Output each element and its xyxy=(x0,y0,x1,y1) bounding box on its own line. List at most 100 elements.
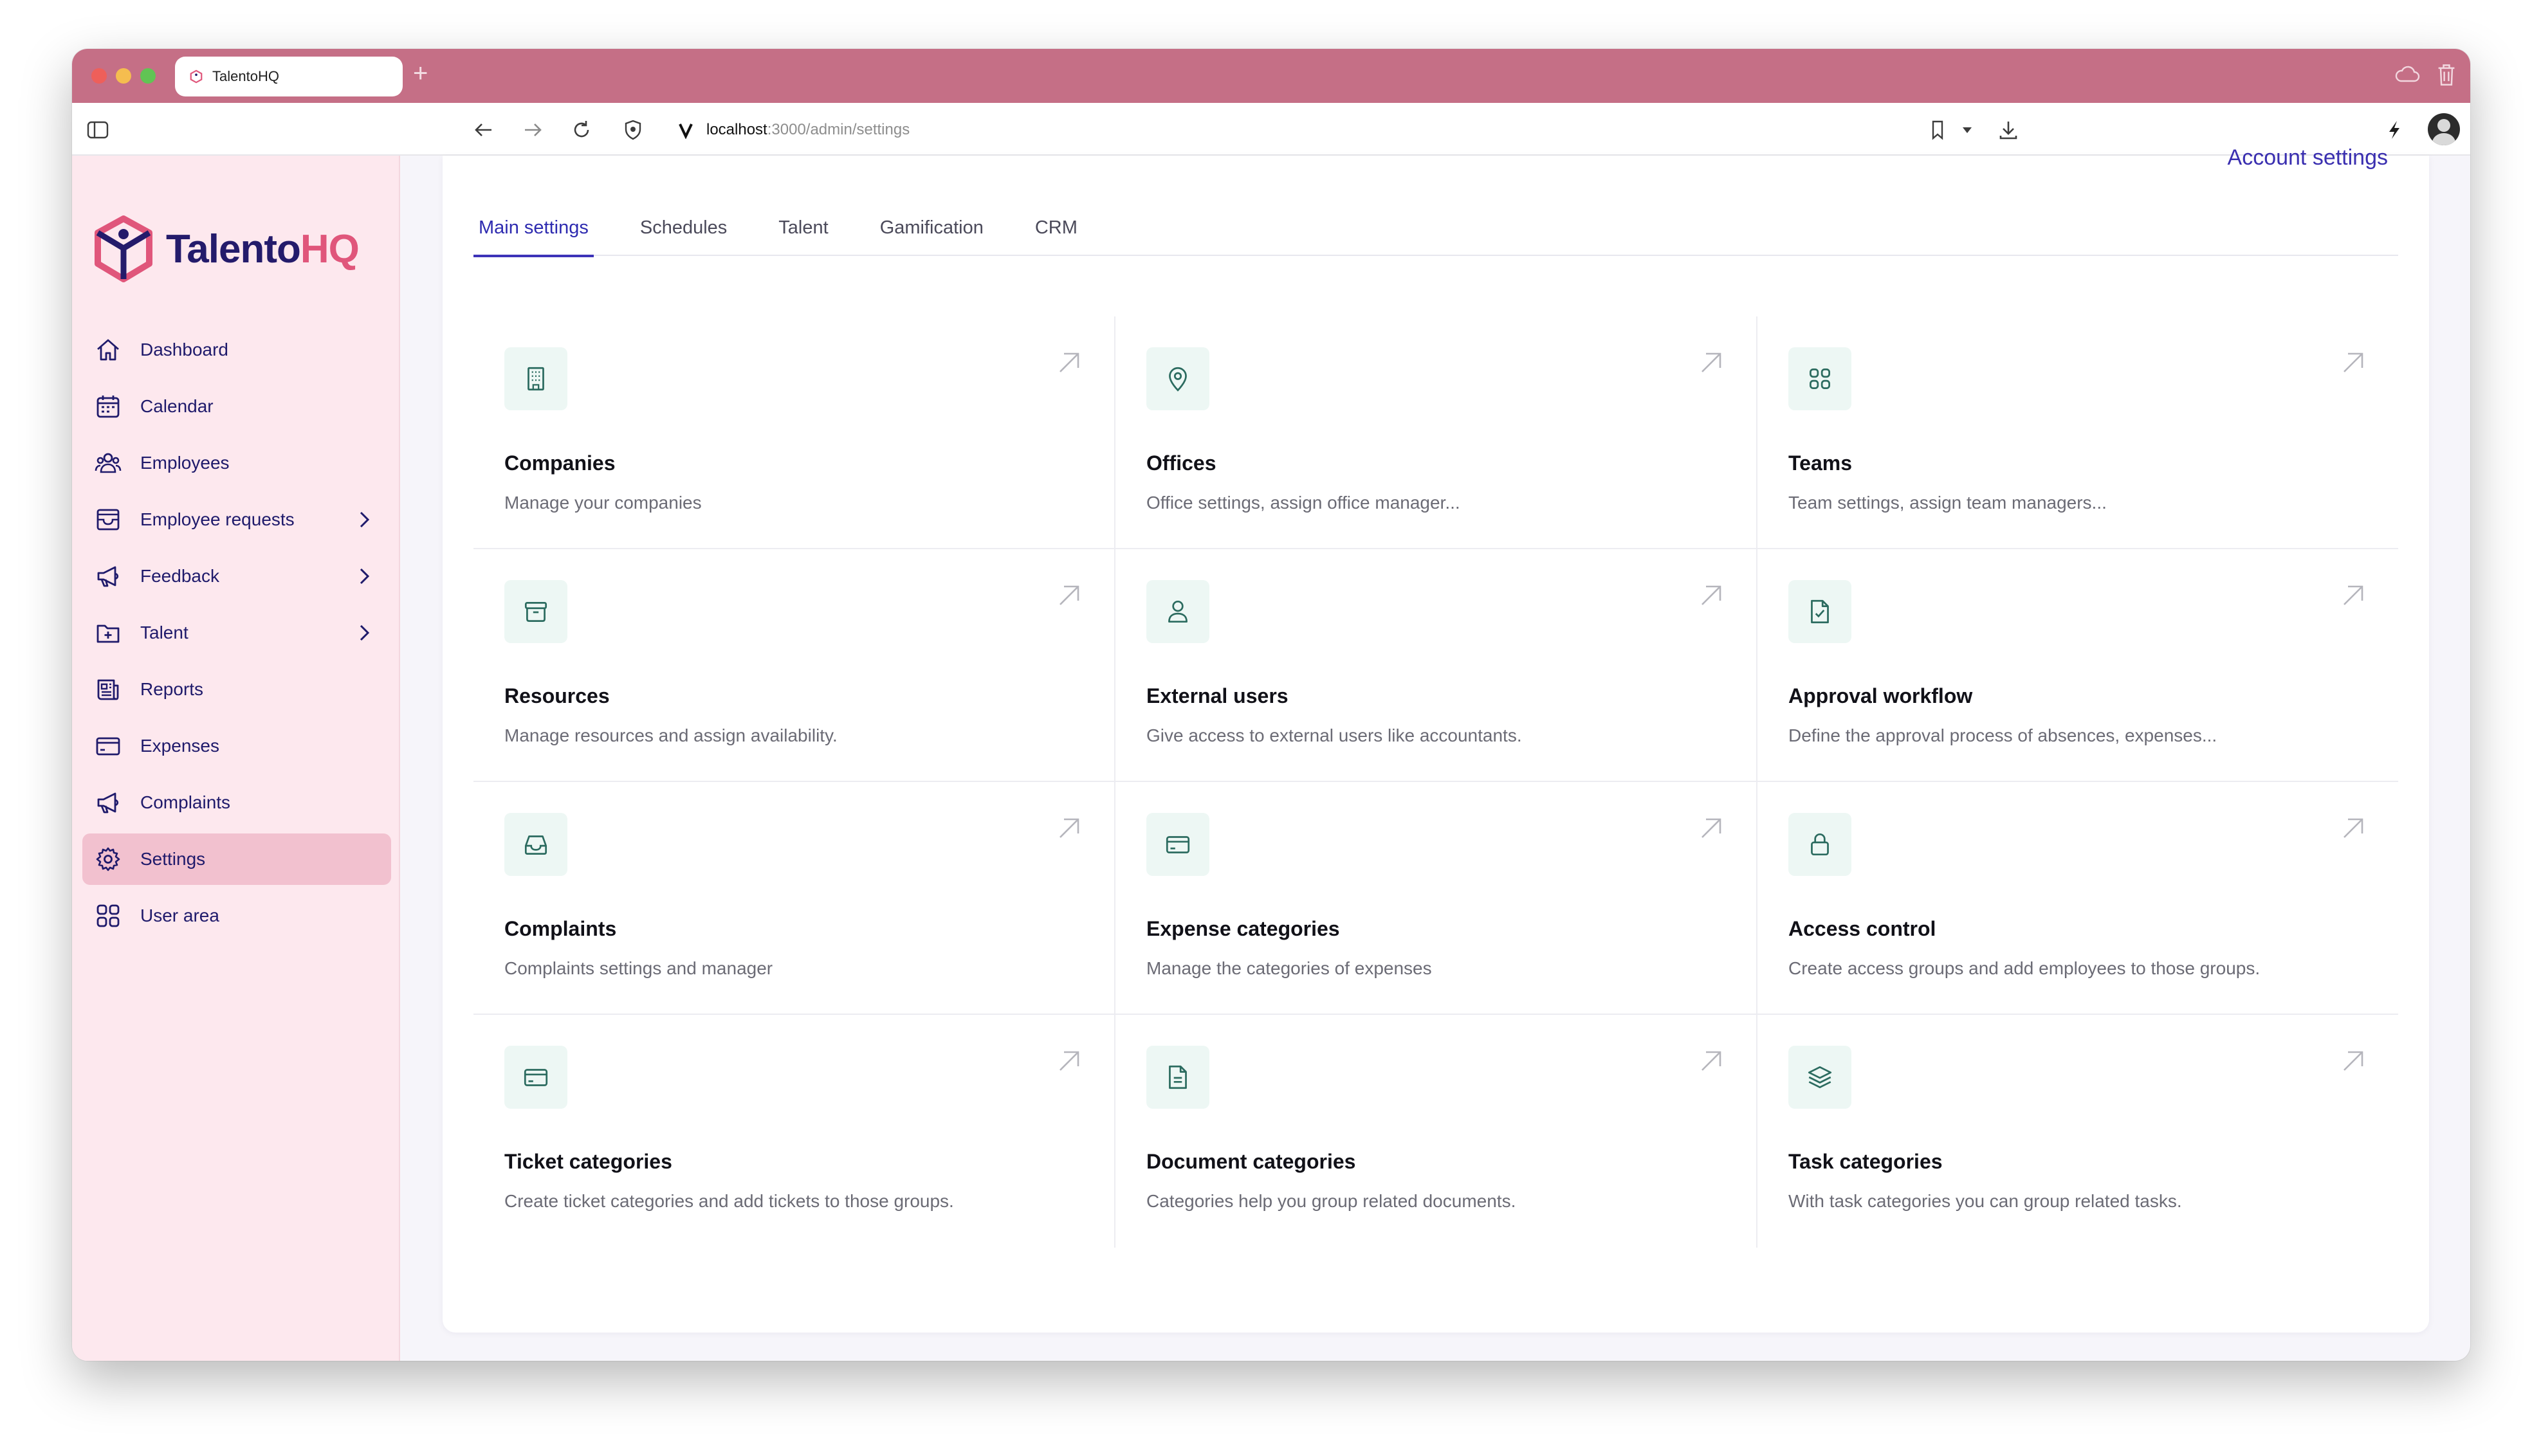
reload-icon[interactable] xyxy=(569,117,594,143)
card-title: Resources xyxy=(504,684,610,707)
calendar-icon xyxy=(96,396,120,418)
bookmark-icon[interactable] xyxy=(1925,117,1950,143)
archive-box-icon xyxy=(524,602,547,622)
profile-avatar[interactable] xyxy=(2428,113,2460,145)
address-bar[interactable]: localhost:3000/admin/settings xyxy=(677,116,910,144)
browser-window: TalentoHQ + localhost:3000/admin/setting… xyxy=(72,49,2470,1361)
document-icon xyxy=(1169,1065,1187,1089)
card-description: Categories help you group related docume… xyxy=(1146,1191,1516,1211)
arrow-up-right-icon xyxy=(1060,818,1079,838)
extension-bolt-icon[interactable] xyxy=(2381,117,2407,143)
chevron-down-icon[interactable] xyxy=(1954,117,1980,143)
brand-logo[interactable]: TalentoHQ xyxy=(93,215,360,283)
settings-card-offices[interactable]: Offices Office settings, assign office m… xyxy=(1115,316,1757,549)
minimize-window-button[interactable] xyxy=(116,68,131,84)
settings-card-expense-categories[interactable]: Expense categories Manage the categories… xyxy=(1115,782,1757,1015)
trash-icon[interactable] xyxy=(2436,63,2457,86)
inbox-tray-icon xyxy=(524,835,547,855)
chevron-right-icon[interactable] xyxy=(353,508,376,531)
card-title: Task categories xyxy=(1788,1150,1943,1173)
browser-tab-bar: TalentoHQ + xyxy=(72,49,2470,103)
card-description: Manage the categories of expenses xyxy=(1146,958,1432,978)
sidebar-item-complaints[interactable]: Complaints xyxy=(82,777,391,828)
url-path: :3000/admin/settings xyxy=(767,121,910,138)
card-title: Expense categories xyxy=(1146,917,1340,940)
arrow-up-right-icon xyxy=(1060,585,1079,605)
new-tab-button[interactable]: + xyxy=(413,60,428,86)
sidebar-item-calendar[interactable]: Calendar xyxy=(82,381,391,432)
tab-gamification[interactable]: Gamification xyxy=(875,205,989,256)
arrow-up-right-icon xyxy=(1702,818,1721,838)
credit-card-icon xyxy=(524,1069,548,1086)
sidebar-item-user-area[interactable]: User area xyxy=(82,890,391,942)
settings-card-companies[interactable]: Companies Manage your companies xyxy=(473,316,1115,549)
maximize-window-button[interactable] xyxy=(140,68,156,84)
forward-arrow-icon[interactable] xyxy=(520,117,546,143)
card-description: Manage your companies xyxy=(504,493,702,513)
sidebar-toggle-icon[interactable] xyxy=(85,117,111,143)
card-description: Define the approval process of absences,… xyxy=(1788,725,2217,745)
back-arrow-icon[interactable] xyxy=(471,117,497,143)
settings-card-resources[interactable]: Resources Manage resources and assign av… xyxy=(473,549,1115,782)
card-title: Document categories xyxy=(1146,1150,1356,1173)
url-host: localhost xyxy=(706,121,767,138)
arrow-up-right-icon xyxy=(2344,818,2363,838)
arrow-up-right-icon xyxy=(2344,1051,2363,1071)
card-description: Complaints settings and manager xyxy=(504,958,773,978)
account-settings-link[interactable]: Account settings xyxy=(2228,145,2388,170)
tab-schedules[interactable]: Schedules xyxy=(635,205,732,256)
tab-crm[interactable]: CRM xyxy=(1030,205,1083,256)
card-title: External users xyxy=(1146,684,1289,707)
arrow-up-right-icon xyxy=(1060,1051,1079,1071)
sidebar-item-employee-requests[interactable]: Employee requests xyxy=(82,494,391,545)
close-window-button[interactable] xyxy=(91,68,107,84)
sidebar-item-employees[interactable]: Employees xyxy=(82,437,391,489)
cloud-icon[interactable] xyxy=(2394,63,2420,85)
home-icon xyxy=(97,339,119,361)
settings-panel: Account settings Main settings Schedules… xyxy=(443,145,2429,1333)
tab-main-settings[interactable]: Main settings xyxy=(473,205,594,257)
app-area: TalentoHQ Dashboard Calendar Employees E… xyxy=(72,145,2470,1361)
settings-card-approval-workflow[interactable]: Approval workflow Define the approval pr… xyxy=(1757,549,2398,782)
card-description: Team settings, assign team managers... xyxy=(1788,493,2107,513)
settings-card-ticket-categories[interactable]: Ticket categories Create ticket categori… xyxy=(473,1015,1115,1248)
settings-card-access-control[interactable]: Access control Create access groups and … xyxy=(1757,782,2398,1015)
sidebar-item-feedback[interactable]: Feedback xyxy=(82,551,391,602)
favicon-icon xyxy=(190,69,203,84)
card-title: Access control xyxy=(1788,917,1936,940)
browser-tab-title: TalentoHQ xyxy=(212,68,279,84)
card-description: Manage resources and assign availability… xyxy=(504,725,838,745)
sidebar-item-talent[interactable]: Talent xyxy=(82,607,391,659)
card-title: Approval workflow xyxy=(1788,684,1973,707)
download-icon[interactable] xyxy=(1995,117,2021,143)
tab-talent[interactable]: Talent xyxy=(773,205,833,256)
grid-icon xyxy=(1810,369,1830,389)
browser-tab[interactable]: TalentoHQ xyxy=(175,57,403,96)
card-description: Office settings, assign office manager..… xyxy=(1146,493,1460,513)
sidebar-item-expenses[interactable]: Expenses xyxy=(82,720,391,772)
browser-toolbar: localhost:3000/admin/settings xyxy=(72,103,2470,156)
settings-card-external-users[interactable]: External users Give access to external u… xyxy=(1115,549,1757,782)
card-title: Teams xyxy=(1788,451,1853,475)
chevron-right-icon[interactable] xyxy=(353,565,376,588)
settings-card-document-categories[interactable]: Document categories Categories help you … xyxy=(1115,1015,1757,1248)
sidebar-item-dashboard[interactable]: Dashboard xyxy=(82,324,391,376)
card-description: Create access groups and add employees t… xyxy=(1788,958,2261,978)
settings-card-task-categories[interactable]: Task categories With task categories you… xyxy=(1757,1015,2398,1248)
building-icon xyxy=(527,367,544,391)
card-title: Offices xyxy=(1146,451,1216,475)
settings-card-teams[interactable]: Teams Team settings, assign team manager… xyxy=(1757,316,2398,549)
sidebar-item-reports[interactable]: Reports xyxy=(82,664,391,715)
shield-icon[interactable] xyxy=(620,117,646,143)
settings-card-complaints[interactable]: Complaints Complaints settings and manag… xyxy=(473,782,1115,1015)
card-title: Companies xyxy=(504,451,616,475)
sidebar-item-settings[interactable]: Settings xyxy=(82,833,391,885)
lock-icon xyxy=(1811,833,1829,856)
cube-logo-icon xyxy=(95,215,152,282)
card-description: Give access to external users like accou… xyxy=(1146,725,1522,745)
users-icon xyxy=(95,453,122,473)
chevron-right-icon[interactable] xyxy=(353,621,376,644)
card-title: Ticket categories xyxy=(504,1150,672,1173)
megaphone-icon xyxy=(97,566,119,587)
layers-icon xyxy=(1808,1066,1832,1089)
